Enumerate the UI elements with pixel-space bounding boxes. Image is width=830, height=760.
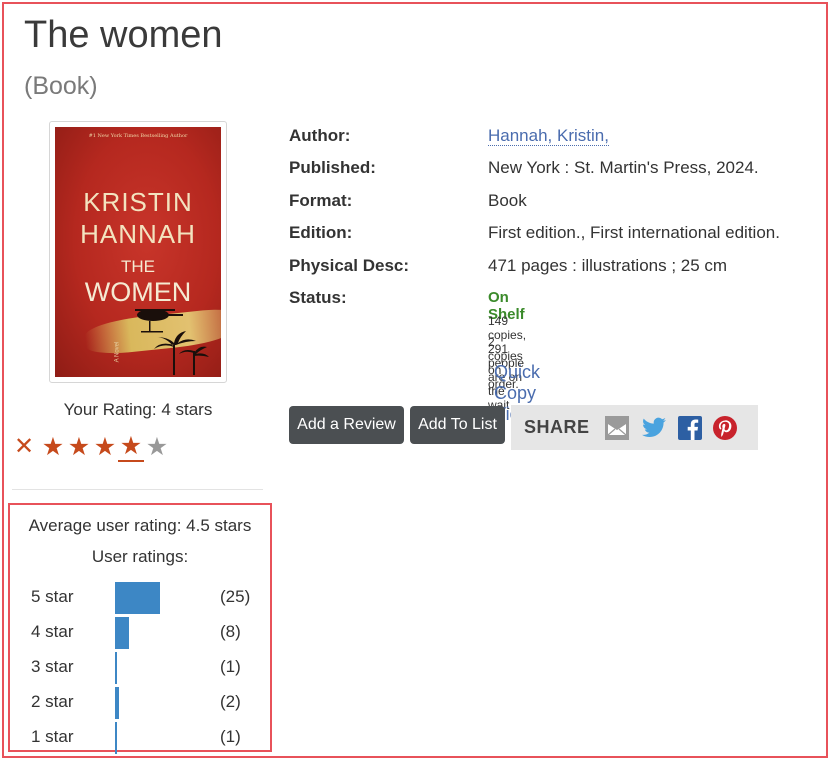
clear-rating-icon[interactable]: ✕ (14, 433, 40, 461)
detail-key: Edition: (289, 223, 353, 242)
detail-row-author: Author: Hannah, Kristin, (289, 124, 829, 154)
star-5-icon[interactable]: ★ (144, 433, 170, 461)
detail-value: First edition., First international edit… (488, 223, 780, 242)
share-label: SHARE (524, 417, 590, 437)
your-rating-text: Your Rating: 4 stars (63, 400, 213, 419)
detail-row-status: Status: (289, 286, 829, 316)
rating-row: 2 star (2) (10, 687, 270, 719)
rating-row-label: 1 star (31, 727, 74, 746)
detail-key: Format: (289, 191, 353, 210)
divider (12, 489, 263, 490)
rating-row-label: 3 star (31, 657, 74, 676)
detail-key: Author: (289, 126, 351, 145)
rating-row: 3 star (1) (10, 652, 270, 684)
rating-row: 1 star (1) (10, 722, 270, 754)
rating-row-label: 2 star (31, 692, 74, 711)
detail-key: Status: (289, 288, 347, 307)
twitter-icon[interactable] (641, 415, 667, 441)
rating-row-bar (115, 722, 117, 754)
share-bar: SHARE (511, 405, 758, 450)
detail-row-format: Format: Book (289, 189, 829, 219)
rating-row-label: 4 star (31, 622, 74, 641)
rating-row-count: (2) (220, 692, 241, 711)
pinterest-icon[interactable] (712, 415, 738, 441)
rating-row: 4 star (8) (10, 617, 270, 649)
detail-row-physical-desc: Physical Desc: 471 pages : illustrations… (289, 254, 829, 284)
star-2-icon[interactable]: ★ (66, 433, 92, 461)
your-rating-stars[interactable]: ✕ ★ ★ ★ ★ ★ (14, 432, 170, 462)
detail-row-edition: Edition: First edition., First internati… (289, 221, 829, 251)
cover-tagline: #1 New York Times Bestselling Author (88, 133, 188, 139)
rating-row-count: (25) (220, 587, 251, 606)
star-1-icon[interactable]: ★ (40, 433, 66, 461)
book-cover-image: #1 New York Times Bestselling Author KRI… (55, 127, 221, 377)
detail-key: Published: (289, 158, 376, 177)
detail-row-published: Published: New York : St. Martin's Press… (289, 156, 829, 186)
email-icon[interactable] (604, 415, 630, 441)
cover-author-first: KRISTIN (83, 187, 193, 217)
rating-row-count: (1) (220, 727, 241, 746)
rating-row-bar (115, 687, 119, 719)
add-review-button[interactable]: Add a Review (289, 406, 404, 444)
detail-value: Book (488, 191, 527, 210)
add-to-list-button[interactable]: Add To List (410, 406, 505, 444)
cover-title-small: THE (121, 257, 155, 276)
user-ratings-title: User ratings: (91, 547, 189, 566)
rating-row-label: 5 star (31, 587, 74, 606)
author-link[interactable]: Hannah, Kristin, (488, 126, 609, 146)
facebook-icon[interactable] (677, 415, 703, 441)
format-label: (Book) (24, 72, 98, 100)
cover-author-last: HANNAH (80, 219, 196, 249)
book-cover[interactable]: #1 New York Times Bestselling Author KRI… (49, 121, 227, 383)
rating-row-bar (115, 617, 129, 649)
detail-value: 471 pages : illustrations ; 25 cm (488, 256, 728, 275)
rating-row-bar (115, 652, 117, 684)
star-4-icon[interactable]: ★ (118, 432, 144, 462)
average-rating-title: Average user rating: 4.5 stars (28, 516, 252, 535)
rating-row: 5 star (25) (10, 582, 270, 614)
average-rating-panel: Average user rating: 4.5 stars User rati… (8, 503, 272, 754)
cover-helicopter-palms-illustration (135, 309, 209, 375)
detail-key: Physical Desc: (289, 256, 410, 275)
rating-row-count: (8) (220, 622, 241, 641)
rating-row-bar (115, 582, 160, 614)
rating-row-count: (1) (220, 657, 241, 676)
star-3-icon[interactable]: ★ (92, 433, 118, 461)
cover-novel-label: A Novel (114, 341, 121, 363)
detail-value: New York : St. Martin's Press, 2024. (488, 158, 759, 177)
page-title: The women (24, 14, 223, 56)
